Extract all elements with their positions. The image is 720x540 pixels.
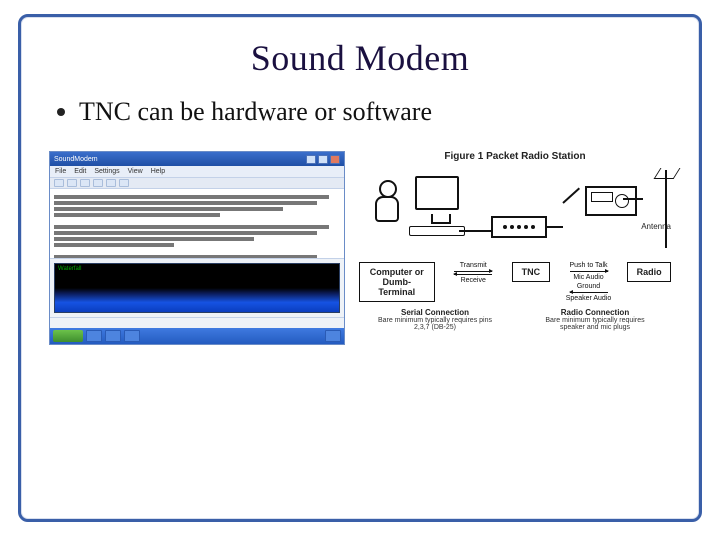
monitor-icon	[415, 176, 459, 210]
arrows-radio: Push to Talk Mic Audio Ground Speaker Au…	[554, 262, 623, 302]
close-icon	[330, 155, 340, 164]
waterfall-label: Waterfall	[58, 266, 81, 272]
tnc-box-icon	[491, 216, 547, 238]
keyboard-icon	[409, 226, 465, 236]
arrows-serial: Transmit Receive	[439, 262, 508, 284]
window-titlebar: SoundModem	[50, 152, 344, 166]
radio-box-icon	[585, 186, 637, 216]
menu-item: Settings	[94, 168, 119, 175]
minimize-icon	[306, 155, 316, 164]
block-diagram-row: Computer or Dumb-Terminal Transmit Recei…	[359, 262, 671, 302]
menu-item: File	[55, 168, 66, 175]
arrow-label: Speaker Audio	[566, 295, 612, 302]
start-button-icon	[53, 330, 83, 342]
maximize-icon	[318, 155, 328, 164]
tray-clock-icon	[325, 330, 341, 342]
radio-sub: Bare minimum typically requires speaker …	[535, 317, 655, 331]
figure-title: Figure 1 Packet Radio Station	[359, 151, 671, 162]
wire-icon	[547, 226, 563, 228]
bullet-item: TNC can be hardware or software	[57, 97, 671, 127]
radio-connection-label: Radio Connection Bare minimum typically …	[535, 308, 655, 331]
bullet-text: TNC can be hardware or software	[79, 97, 432, 127]
arrow-left-icon	[454, 274, 492, 275]
arrow-label: Receive	[461, 277, 486, 284]
figures-row: SoundModem File Edit Settings View Help	[49, 151, 671, 345]
waterfall-display: Waterfall	[54, 263, 340, 313]
menu-bar: File Edit Settings View Help	[50, 166, 344, 178]
spectrum-gradient-icon	[55, 288, 339, 312]
block-radio: Radio	[627, 262, 671, 282]
diagram-scene: Antenna	[359, 168, 671, 254]
toolbar	[50, 178, 344, 189]
menu-item: View	[128, 168, 143, 175]
arrow-label: Ground	[577, 283, 600, 290]
antenna-label: Antenna	[641, 222, 671, 231]
wire-icon	[562, 188, 580, 204]
bullet-dot-icon	[57, 108, 65, 116]
status-bar	[50, 317, 344, 328]
arrow-label: Mic Audio	[573, 274, 603, 281]
toolbar-icon	[106, 179, 116, 187]
os-taskbar	[50, 328, 344, 344]
arrow-label: Transmit	[460, 262, 487, 269]
toolbar-icon	[54, 179, 64, 187]
antenna-icon	[665, 170, 667, 248]
wire-icon	[459, 230, 493, 232]
log-pane	[50, 189, 344, 259]
arrow-left-icon	[570, 292, 608, 293]
block-computer: Computer or Dumb-Terminal	[359, 262, 435, 302]
slide-frame: Sound Modem TNC can be hardware or softw…	[18, 14, 702, 522]
window-controls	[306, 155, 340, 164]
connection-labels: Serial Connection Bare minimum typically…	[359, 308, 671, 331]
toolbar-icon	[80, 179, 90, 187]
wire-icon	[623, 198, 643, 200]
slide-title: Sound Modem	[49, 37, 671, 79]
taskbar-item-icon	[124, 330, 140, 342]
menu-item: Help	[151, 168, 165, 175]
taskbar-item-icon	[86, 330, 102, 342]
arrow-right-icon	[454, 271, 492, 272]
block-tnc: TNC	[512, 262, 550, 282]
operator-icon	[365, 180, 405, 240]
toolbar-icon	[67, 179, 77, 187]
arrow-right-icon	[570, 271, 608, 272]
toolbar-icon	[119, 179, 129, 187]
taskbar-item-icon	[105, 330, 121, 342]
screenshot-soundmodem: SoundModem File Edit Settings View Help	[49, 151, 345, 345]
menu-item: Edit	[74, 168, 86, 175]
diagram-packet-radio: Figure 1 Packet Radio Station Antenna	[359, 151, 671, 331]
window-title: SoundModem	[54, 156, 98, 163]
serial-title: Serial Connection	[375, 308, 495, 317]
arrow-label: Push to Talk	[570, 262, 608, 269]
toolbar-icon	[93, 179, 103, 187]
radio-title: Radio Connection	[535, 308, 655, 317]
serial-sub: Bare minimum typically requires pins 2,3…	[375, 317, 495, 331]
serial-connection-label: Serial Connection Bare minimum typically…	[375, 308, 495, 331]
